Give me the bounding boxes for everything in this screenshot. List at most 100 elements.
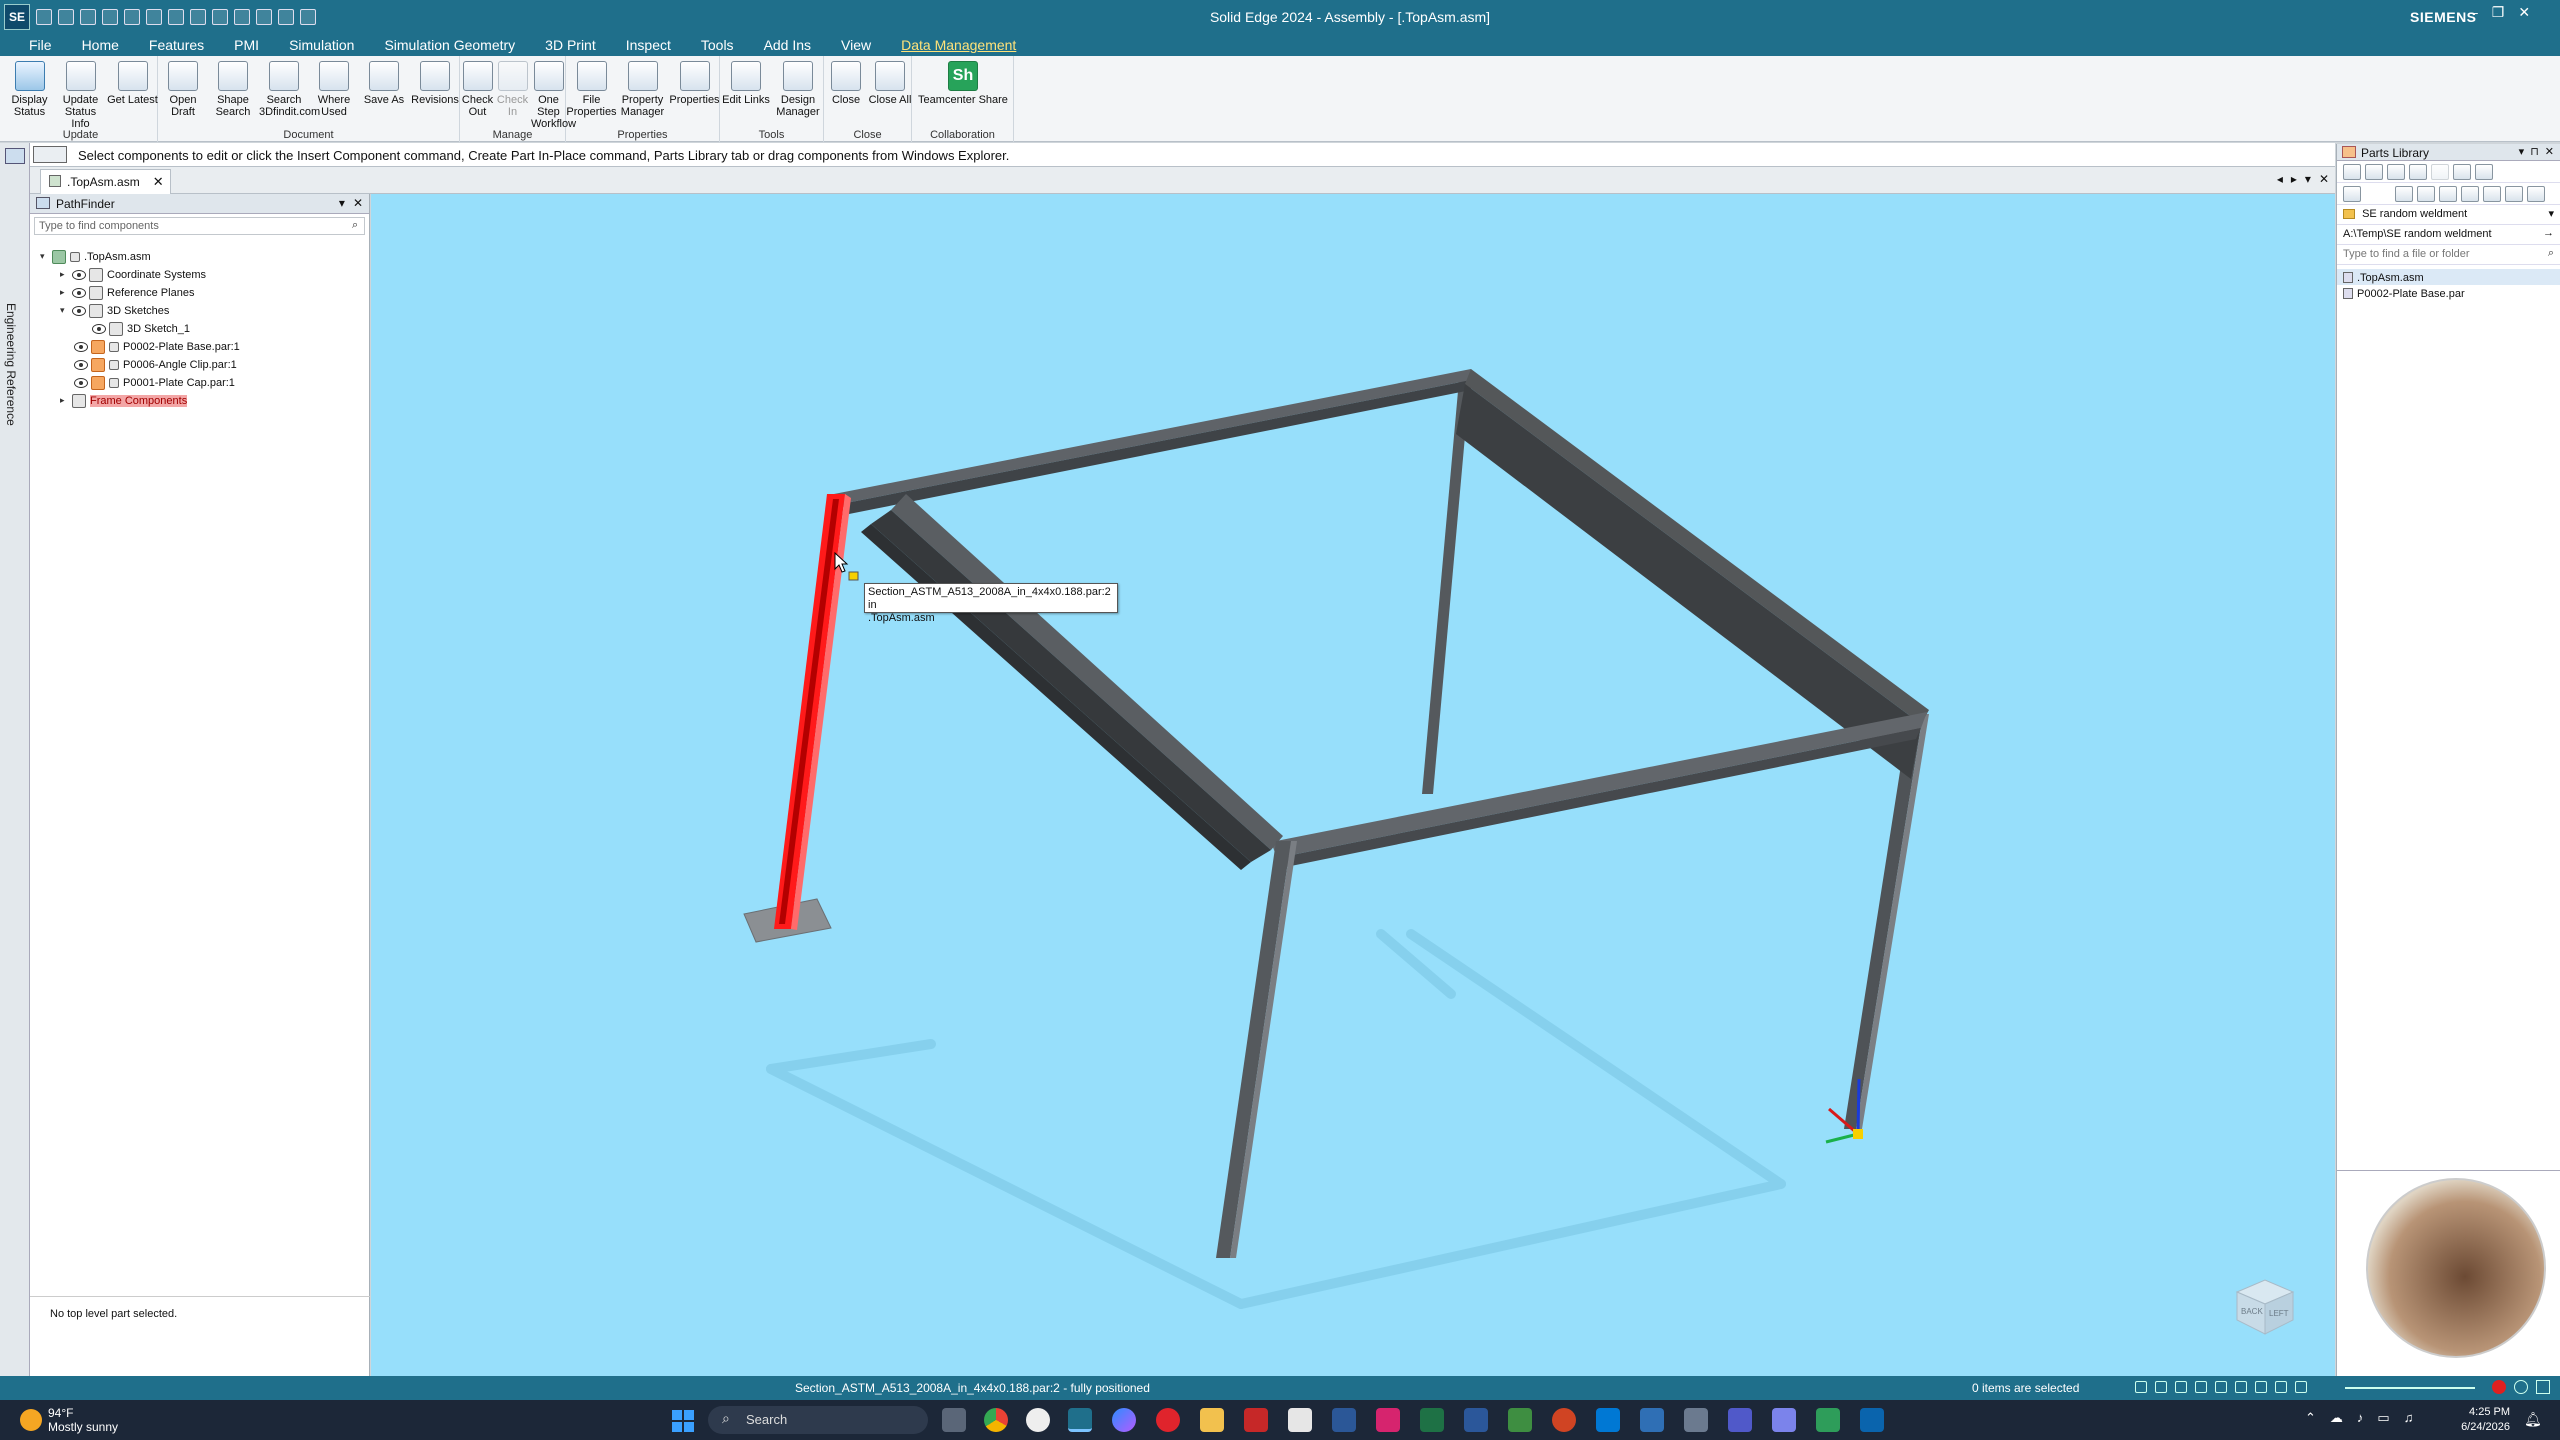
panel-menu-icon[interactable]: ▾: [339, 196, 345, 210]
outlook-icon[interactable]: [1860, 1408, 1884, 1432]
task-view-icon[interactable]: [942, 1408, 966, 1432]
excel-icon[interactable]: [1420, 1408, 1444, 1432]
view-mode-icon[interactable]: [2483, 185, 2501, 202]
notepad-icon[interactable]: [1508, 1408, 1532, 1432]
undo-icon[interactable]: [234, 9, 250, 25]
ribbon-button-open-draft[interactable]: Open Draft: [158, 61, 208, 118]
zoom-slider[interactable]: [2345, 1387, 2475, 1389]
powerpoint-icon[interactable]: [1552, 1408, 1576, 1432]
ribbon-button-file-properties[interactable]: File Properties: [566, 61, 617, 118]
tree-node-plate-cap[interactable]: P0001-Plate Cap.par:1: [74, 374, 235, 391]
menu-tab-tools[interactable]: Tools: [686, 37, 749, 53]
menu-tab-simulation[interactable]: Simulation: [274, 37, 369, 53]
tree-node-reference-planes[interactable]: ▸ Reference Planes: [60, 284, 194, 301]
chrome-icon[interactable]: [984, 1408, 1008, 1432]
teams-icon[interactable]: [1728, 1408, 1752, 1432]
ribbon-button-close[interactable]: Close: [824, 61, 868, 106]
go-arrow-icon[interactable]: →: [2543, 227, 2554, 239]
visibility-eye-icon[interactable]: [74, 377, 88, 388]
library-icon[interactable]: [2475, 163, 2493, 180]
minimize-button[interactable]: –: [2470, 4, 2478, 21]
pan-icon[interactable]: [2195, 1381, 2207, 1393]
word-icon[interactable]: [1464, 1408, 1488, 1432]
weather-widget[interactable]: 94°F Mostly sunny: [20, 1406, 118, 1434]
search-icon[interactable]: [2527, 185, 2545, 202]
assembly-features-icon[interactable]: [2409, 163, 2427, 180]
save-icon[interactable]: [102, 9, 118, 25]
menu-tab-file[interactable]: File: [14, 37, 67, 53]
close-window-button[interactable]: ✕: [2518, 4, 2530, 21]
vscode-icon[interactable]: [1596, 1408, 1620, 1432]
3d-viewport[interactable]: Section_ASTM_A513_2008A_in_4x4x0.188.par…: [371, 194, 2335, 1376]
ribbon-button-edit-links[interactable]: Edit Links: [720, 61, 772, 106]
stop-icon[interactable]: [212, 9, 228, 25]
record-icon[interactable]: [2492, 1380, 2506, 1394]
tab-scroll-right-icon[interactable]: ▸: [2291, 172, 2297, 186]
menu-tab-3d-print[interactable]: 3D Print: [530, 37, 611, 53]
collapse-icon[interactable]: ▾: [60, 305, 72, 316]
search-icon[interactable]: ⌕: [352, 219, 365, 232]
options-icon[interactable]: [2431, 163, 2449, 180]
fit-view-icon[interactable]: [2135, 1381, 2147, 1393]
panel-close-icon[interactable]: ✕: [353, 196, 363, 210]
document-tab[interactable]: .TopAsm.asm ✕: [40, 169, 171, 194]
ribbon-button-design-manager[interactable]: Design Manager: [772, 61, 824, 118]
tree-node-3d-sketch-1[interactable]: 3D Sketch_1: [92, 320, 190, 337]
expand-icon[interactable]: ▸: [60, 287, 72, 298]
ribbon-button-check-in[interactable]: Check In: [495, 61, 530, 118]
tools-icon[interactable]: [2387, 163, 2405, 180]
taskbar-search[interactable]: ⌕ Search: [708, 1406, 928, 1434]
visibility-eye-icon[interactable]: [72, 269, 86, 280]
assembly-model[interactable]: [371, 194, 2335, 1376]
restore-button[interactable]: ❐: [2492, 4, 2505, 21]
customize-icon[interactable]: [300, 9, 316, 25]
rotate-icon[interactable]: [2215, 1381, 2227, 1393]
expand-icon[interactable]: ▸: [60, 395, 72, 406]
print-icon[interactable]: [146, 9, 162, 25]
display-icon[interactable]: [2295, 1381, 2307, 1393]
visibility-eye-icon[interactable]: [92, 323, 106, 334]
ribbon-button-check-out[interactable]: Check Out: [460, 61, 495, 118]
ribbon-button-close-all[interactable]: Close All: [868, 61, 912, 106]
views-icon[interactable]: [2235, 1381, 2247, 1393]
screen-capture-icon[interactable]: [2536, 1380, 2550, 1394]
solid-edge-taskbar-icon[interactable]: [1068, 1408, 1092, 1432]
new-folder-icon[interactable]: [2461, 185, 2479, 202]
network-icon[interactable]: ▭: [2377, 1410, 2389, 1426]
settings-app-icon[interactable]: [1684, 1408, 1708, 1432]
repeat-icon[interactable]: [278, 9, 294, 25]
teams-chat-icon[interactable]: [1772, 1408, 1796, 1432]
ribbon-button-where-used[interactable]: Where Used: [309, 61, 359, 118]
copilot-icon[interactable]: [1112, 1408, 1136, 1432]
menu-tab-features[interactable]: Features: [134, 37, 219, 53]
close-tab-icon[interactable]: ✕: [153, 174, 164, 190]
ribbon-button-one-step-workflow[interactable]: One Step Workflow: [531, 61, 576, 130]
view-icon[interactable]: [2365, 163, 2383, 180]
menu-tab-simulation-geometry[interactable]: Simulation Geometry: [369, 37, 530, 53]
library-search-input[interactable]: Type to find a file or folder ⌕: [2337, 245, 2560, 265]
menu-tab-inspect[interactable]: Inspect: [611, 37, 686, 53]
ribbon-button-revisions[interactable]: Revisions: [410, 61, 460, 106]
collapse-icon[interactable]: ▾: [40, 251, 52, 262]
library-file-item[interactable]: P0002-Plate Base.par: [2337, 285, 2560, 301]
zoom-area-icon[interactable]: [2155, 1381, 2167, 1393]
frame-back-legs[interactable]: [1422, 380, 1929, 1129]
youtube-icon[interactable]: [1156, 1408, 1180, 1432]
settings-icon[interactable]: [168, 9, 184, 25]
windows-start-icon[interactable]: [672, 1410, 694, 1432]
menu-tab-home[interactable]: Home: [67, 37, 134, 53]
onedrive-icon[interactable]: ☁: [2330, 1410, 2343, 1426]
tray-chevron-icon[interactable]: ⌃: [2305, 1410, 2316, 1426]
tree-node-plate-base[interactable]: P0002-Plate Base.par:1: [74, 338, 240, 355]
notification-bell-icon[interactable]: 🔔︎: [2524, 1411, 2542, 1428]
green-app-icon[interactable]: [1816, 1408, 1840, 1432]
menu-tab-data-management[interactable]: Data Management: [886, 37, 1031, 53]
pink-app-icon[interactable]: [1376, 1408, 1400, 1432]
menu-tab-add-ins[interactable]: Add Ins: [749, 37, 826, 53]
expand-icon[interactable]: ▸: [60, 269, 72, 280]
tree-node-coordinate-systems[interactable]: ▸ Coordinate Systems: [60, 266, 206, 283]
panel-menu-icon[interactable]: ▾: [2519, 145, 2525, 158]
visibility-eye-icon[interactable]: [72, 305, 86, 316]
chatgpt-icon[interactable]: [1026, 1408, 1050, 1432]
pathfinder-search-input[interactable]: Type to find components: [34, 217, 365, 235]
